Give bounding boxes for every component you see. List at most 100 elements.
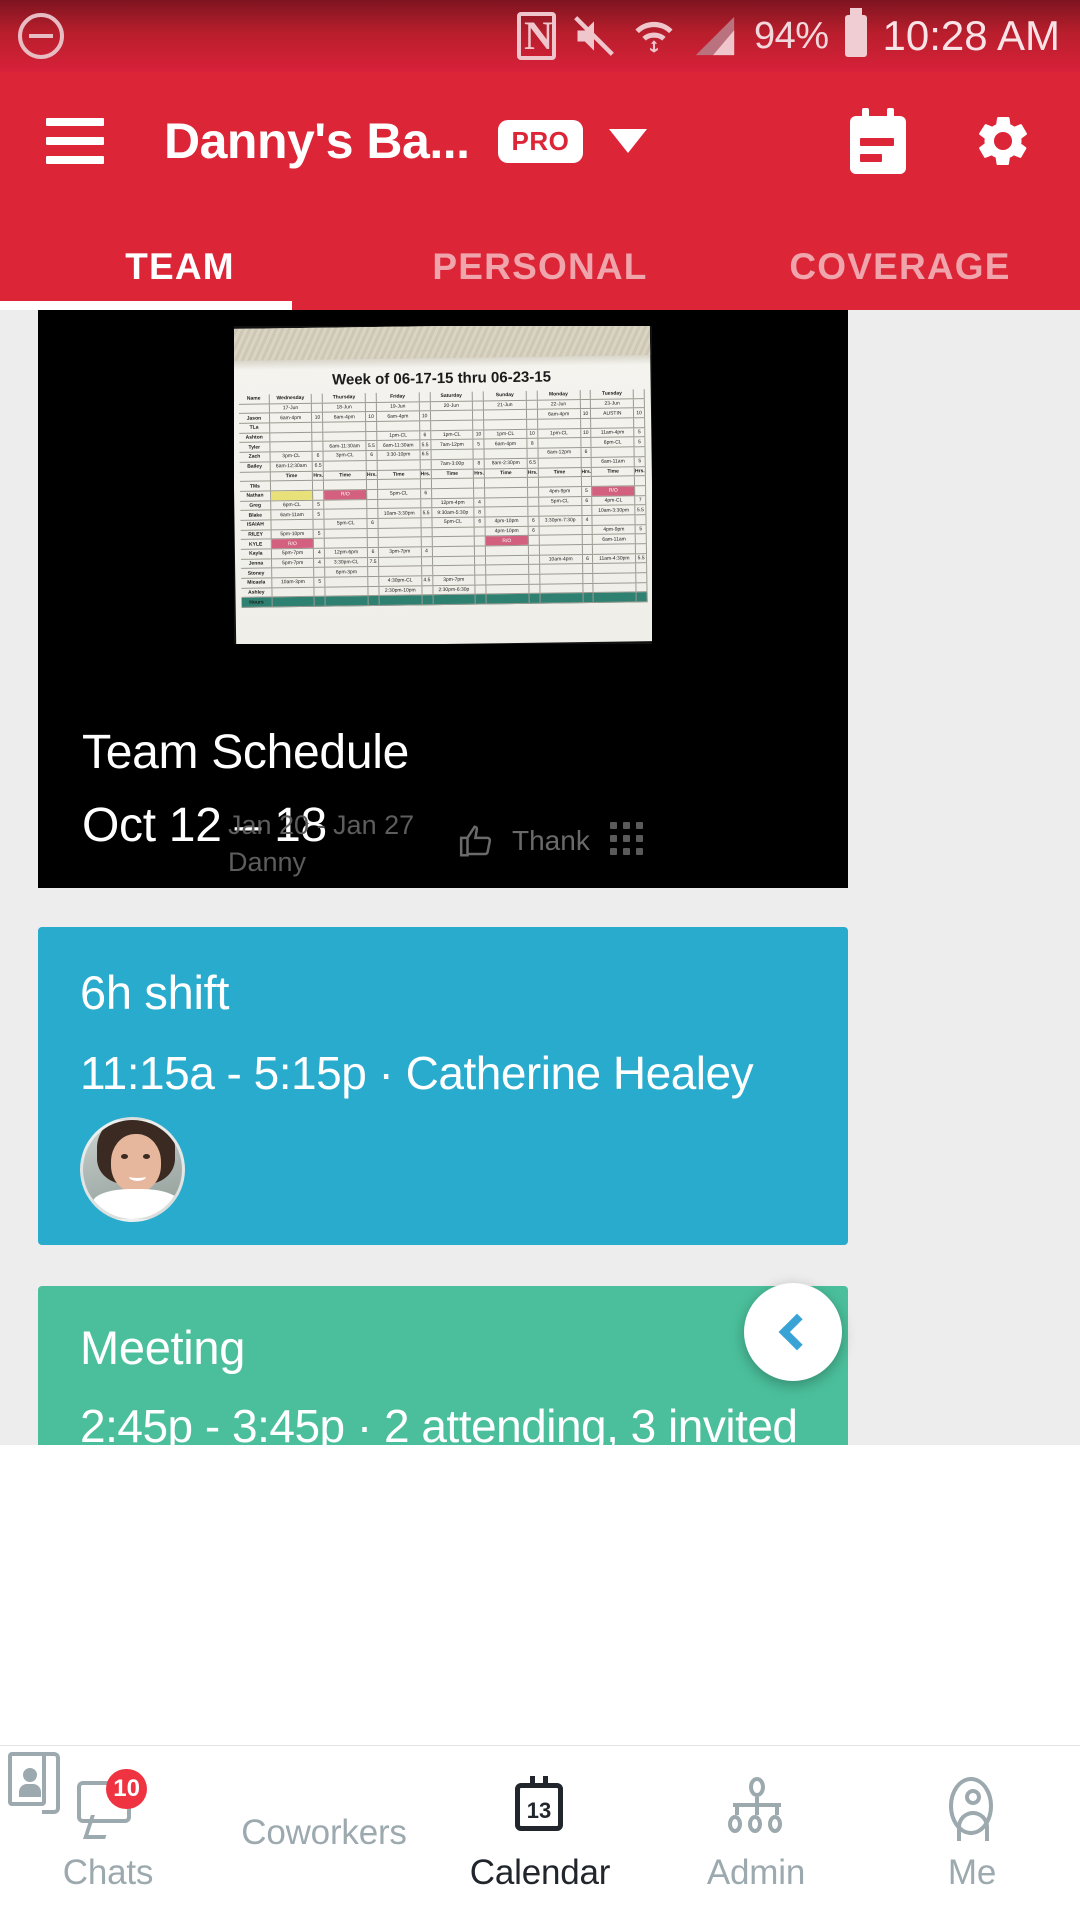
thank-button[interactable]: Thank [458, 822, 590, 860]
shift-card[interactable]: 6h shift 11:15a - 5:15p · Catherine Heal… [38, 927, 848, 1245]
schedule-cell: 7am-12pm [430, 440, 474, 450]
schedule-cell [367, 538, 379, 548]
nav-item-coworkers[interactable]: Coworkers [8, 1746, 432, 1920]
schedule-cell [540, 574, 583, 584]
schedule-cell [421, 556, 433, 566]
nav-item-calendar[interactable]: 13 Calendar [432, 1746, 648, 1920]
schedule-cell: 1pm-CL [538, 428, 581, 439]
gear-icon[interactable] [972, 110, 1034, 172]
schedule-cell [323, 422, 367, 432]
schedule-cell [593, 592, 637, 603]
schedule-cell [313, 519, 325, 529]
calendar-day-number: 13 [515, 1776, 563, 1831]
chevron-down-icon[interactable] [609, 129, 648, 153]
schedule-cell: 10 [419, 411, 431, 421]
avatar [80, 1117, 185, 1222]
schedule-cell [238, 404, 270, 414]
schedule-cell [421, 518, 433, 527]
schedule-cell [486, 594, 530, 604]
schedule-cell: 21-Jun [484, 400, 527, 410]
schedule-cell [367, 509, 379, 518]
schedule-cell [581, 506, 593, 516]
schedule-cell [378, 518, 422, 528]
schedule-cell: Kayla [240, 549, 272, 559]
schedule-photo[interactable]: Week of 06-17-15 thru 06-23-15 Name Wedne… [234, 326, 652, 644]
schedule-cell: Time [377, 469, 421, 480]
schedule-cell [633, 389, 645, 399]
schedule-cell [583, 593, 595, 603]
schedule-cell [634, 447, 646, 457]
schedule-cell [473, 420, 485, 430]
schedule-cell: Hrs. [474, 468, 486, 478]
nav-label-chats: Chats [62, 1853, 154, 1892]
schedule-cell: 6am-11am [593, 534, 636, 544]
schedule-cell [475, 575, 487, 585]
schedule-cell: 6am-11:30am [377, 440, 421, 451]
schedule-cell [419, 401, 431, 411]
schedule-cell: 6 [474, 517, 486, 527]
schedule-cell: Ashley [241, 588, 273, 598]
team-schedule-card[interactable]: Week of 06-17-15 thru 06-23-15 Name Wedne… [38, 310, 848, 888]
schedule-cell [377, 479, 421, 489]
schedule-cell: 5 [634, 427, 646, 437]
schedule-cell [432, 546, 476, 556]
schedule-cell [421, 527, 433, 537]
clipboard-icon[interactable] [850, 108, 906, 174]
hamburger-menu-icon[interactable] [46, 118, 104, 164]
schedule-cell [367, 499, 379, 509]
schedule-cell [431, 488, 475, 498]
nav-item-admin[interactable]: Admin [648, 1746, 864, 1920]
user-profile-icon [939, 1773, 1005, 1841]
schedule-cell [538, 477, 582, 487]
schedule-cell: AUSTIN [591, 408, 635, 418]
schedule-cell: Greg [240, 500, 272, 511]
schedule-cell [325, 577, 369, 587]
schedule-cell [324, 480, 368, 490]
schedule-cell [580, 389, 592, 399]
schedule-cell [527, 477, 539, 487]
back-fab-button[interactable] [744, 1283, 842, 1381]
schedule-cell [635, 544, 647, 553]
schedule-cell: TMs [239, 481, 271, 491]
schedule-cell [365, 392, 377, 402]
ghost-owner: Danny [228, 847, 307, 877]
schedule-cell [377, 421, 420, 431]
meeting-card[interactable]: Meeting 2:45p - 3:45p · 2 attending, 3 i… [38, 1286, 848, 1445]
schedule-cell: 7am-3:00p [431, 459, 475, 469]
schedule-cell [539, 506, 582, 516]
tab-coverage[interactable]: COVERAGE [720, 246, 1080, 310]
schedule-cell: Tuesday [591, 389, 634, 399]
schedule-cell: Hrs. [527, 468, 539, 478]
schedule-cell: R/O [271, 539, 315, 549]
schedule-cell [593, 573, 637, 583]
tab-personal[interactable]: PERSONAL [360, 246, 720, 310]
grid-dots-icon[interactable] [610, 822, 643, 855]
nav-label-admin: Admin [706, 1853, 806, 1892]
schedule-cell [378, 537, 422, 547]
schedule-cell: 6pm-CL [270, 500, 314, 510]
card-title: Team Schedule [82, 726, 409, 779]
schedule-cell: 11am-4:30pm [593, 553, 637, 564]
cellular-signal-icon [695, 16, 735, 56]
schedule-cell [537, 419, 581, 429]
schedule-cell [527, 448, 539, 458]
schedule-cell [529, 594, 541, 603]
nav-item-me[interactable]: Me [864, 1746, 1080, 1920]
schedule-cell [475, 546, 487, 556]
schedule-cell [484, 448, 528, 459]
schedule-cell [526, 390, 538, 400]
feed-list[interactable]: Week of 06-17-15 thru 06-23-15 Name Wedne… [0, 310, 1080, 1445]
schedule-cell [325, 538, 368, 548]
schedule-cell: 3:30pm-7:30p [539, 516, 583, 526]
wifi-icon [635, 21, 673, 53]
schedule-cell [377, 460, 421, 470]
schedule-cell [581, 457, 593, 467]
schedule-cell [379, 566, 422, 576]
schedule-cell [367, 489, 379, 499]
schedule-cell [430, 420, 474, 430]
schedule-cell [315, 597, 327, 606]
schedule-cell: Hrs. [420, 469, 432, 479]
schedule-cell [421, 537, 433, 547]
schedule-cell [368, 567, 380, 577]
schedule-cell [486, 574, 530, 585]
